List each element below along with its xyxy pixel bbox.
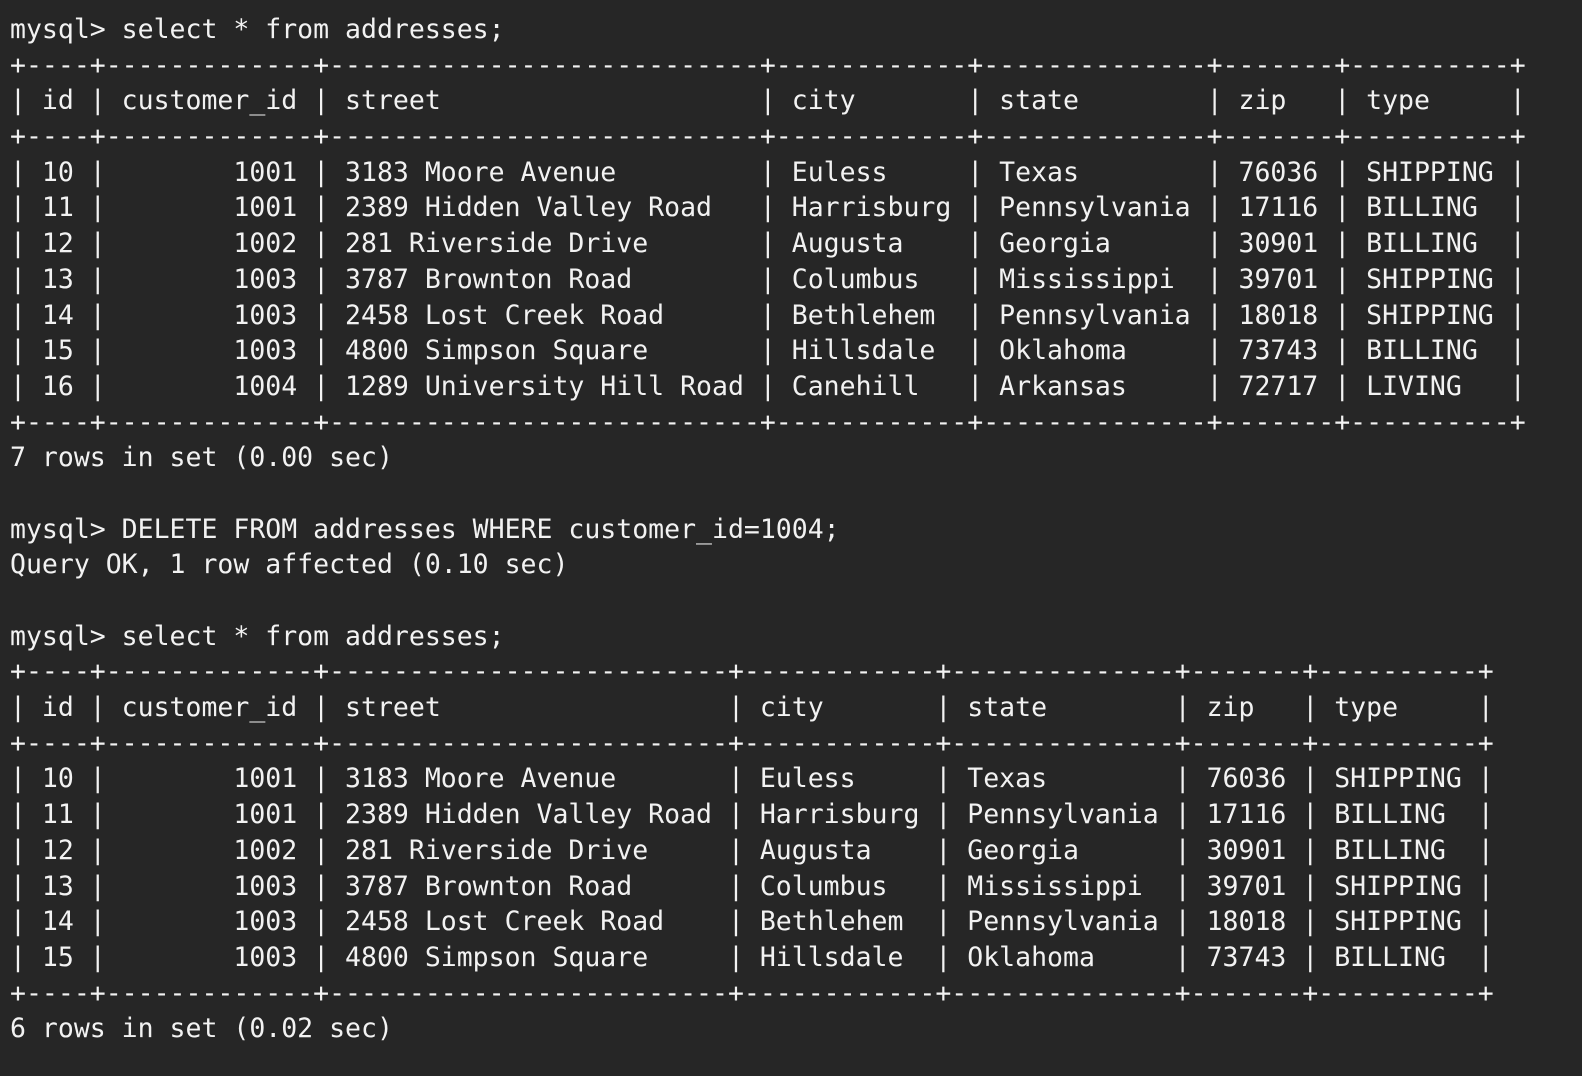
table-border: +----+-------------+--------------------… (10, 49, 1526, 81)
table-border: +----+-------------+--------------------… (10, 121, 1526, 153)
table-row: | 11 | 1001 | 2389 Hidden Valley Road | … (10, 799, 1494, 831)
table-header-row: | id | customer_id | street | city | sta… (10, 692, 1494, 724)
table-row: | 16 | 1004 | 1289 University Hill Road … (10, 370, 1526, 402)
table-row: | 12 | 1002 | 281 Riverside Drive | Augu… (10, 834, 1494, 866)
table-header-row: | id | customer_id | street | city | sta… (10, 85, 1526, 117)
result-status: 7 rows in set (0.00 sec) (10, 442, 393, 474)
table-row: | 10 | 1001 | 3183 Moore Avenue | Euless… (10, 156, 1526, 188)
table-row: | 11 | 1001 | 2389 Hidden Valley Road | … (10, 192, 1526, 224)
command-line: mysql> select * from addresses; (10, 620, 505, 652)
table-row: | 12 | 1002 | 281 Riverside Drive | Augu… (10, 228, 1526, 260)
table-row: | 15 | 1003 | 4800 Simpson Square | Hill… (10, 335, 1526, 367)
query-status-message: Query OK, 1 row affected (0.10 sec) (10, 549, 569, 581)
result-status: 6 rows in set (0.02 sec) (10, 1013, 393, 1045)
table-border: +----+-------------+--------------------… (10, 406, 1526, 438)
table-row: | 14 | 1003 | 2458 Lost Creek Road | Bet… (10, 906, 1494, 938)
terminal-window[interactable]: mysql> select * from addresses; +----+---… (10, 12, 1570, 1066)
table-border: +----+-------------+--------------------… (10, 977, 1494, 1009)
command-line: mysql> DELETE FROM addresses WHERE custo… (10, 513, 840, 545)
table-row: | 13 | 1003 | 3787 Brownton Road | Colum… (10, 870, 1494, 902)
table-row: | 14 | 1003 | 2458 Lost Creek Road | Bet… (10, 299, 1526, 331)
table-row: | 15 | 1003 | 4800 Simpson Square | Hill… (10, 941, 1494, 973)
table-border: +----+-------------+--------------------… (10, 656, 1494, 688)
table-row: | 13 | 1003 | 3787 Brownton Road | Colum… (10, 263, 1526, 295)
command-line: mysql> select * from addresses; (10, 14, 505, 45)
table-border: +----+-------------+--------------------… (10, 727, 1494, 759)
table-row: | 10 | 1001 | 3183 Moore Avenue | Euless… (10, 763, 1494, 795)
